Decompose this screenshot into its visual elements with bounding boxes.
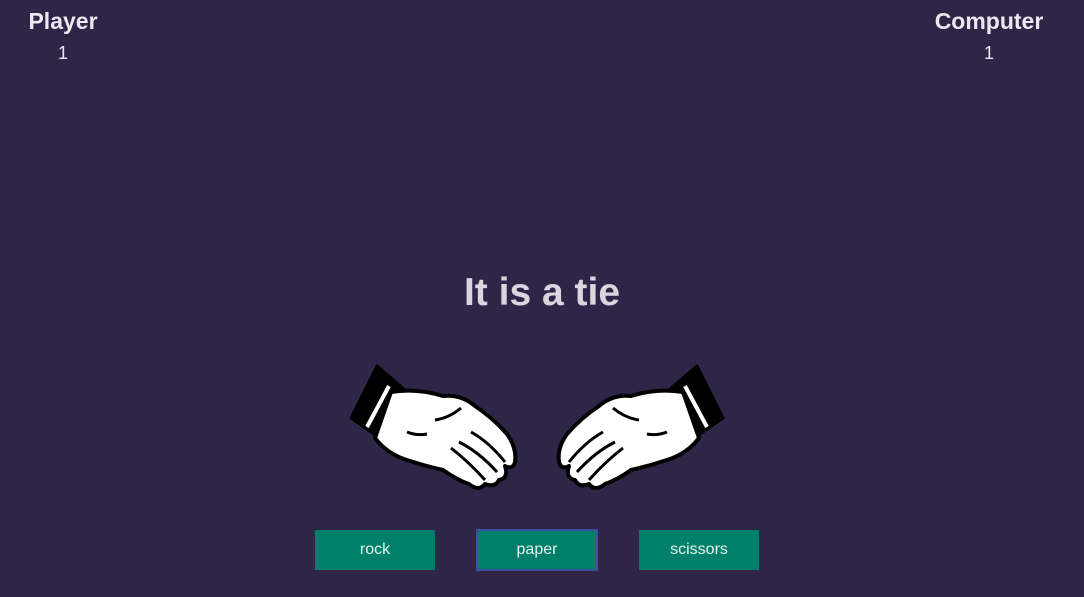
player-score-panel: Player 1 [27, 8, 99, 63]
player-paper-hand-icon [349, 364, 518, 490]
computer-score: 1 [983, 43, 994, 63]
computer-paper-hand-icon [556, 364, 725, 490]
player-score: 1 [57, 43, 68, 63]
player-label: Player [28, 8, 98, 34]
result-message: It is a tie [463, 271, 621, 314]
computer-score-panel: Computer 1 [928, 8, 1050, 63]
rock-button[interactable]: rock [315, 530, 435, 570]
computer-label: Computer [934, 8, 1044, 34]
paper-button[interactable]: paper [476, 529, 598, 571]
scissors-button[interactable]: scissors [639, 530, 759, 570]
